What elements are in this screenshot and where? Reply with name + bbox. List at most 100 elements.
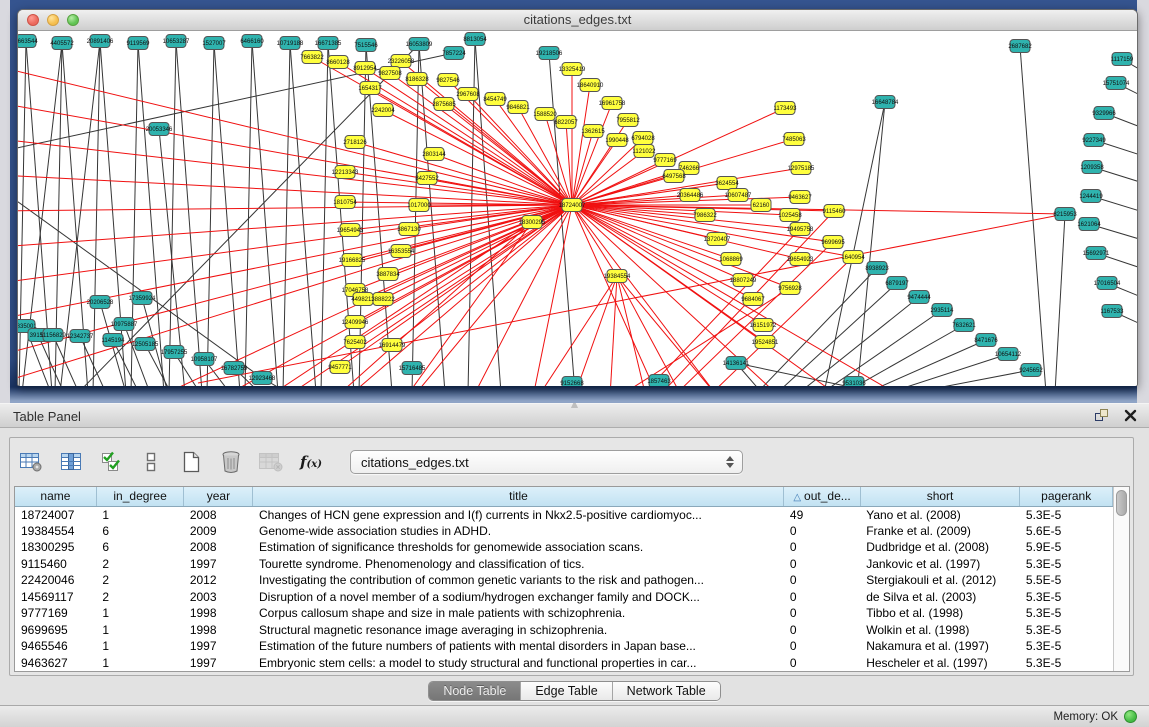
graph-node[interactable]: 9827508 (378, 67, 402, 80)
graph-edge[interactable] (617, 276, 646, 386)
graph-node[interactable]: 8813054 (463, 33, 487, 46)
graph-node[interactable]: 7857224 (442, 47, 466, 60)
cell-title[interactable]: Tourette syndrome. Phenomenology and cla… (253, 556, 784, 573)
graph-node[interactable]: 9531036 (842, 377, 866, 387)
graph-node[interactable]: 20053346 (146, 123, 173, 136)
delete-table-icon[interactable] (256, 446, 286, 478)
graph-node[interactable]: 12505185 (132, 338, 159, 351)
graph-node[interactable]: 19495758 (787, 223, 814, 236)
graph-edge[interactable] (574, 276, 617, 386)
graph-edge[interactable] (169, 41, 176, 386)
graph-node[interactable]: 8215953 (1053, 208, 1077, 221)
graph-node[interactable]: 19166825 (339, 254, 366, 267)
graph-edge[interactable] (383, 110, 572, 205)
cell-in_degree[interactable]: 6 (96, 539, 183, 556)
graph-node[interactable]: 2687682 (1008, 40, 1032, 53)
graph-node[interactable]: 16353554 (388, 245, 415, 258)
cell-pagerank[interactable]: 5.3E-5 (1020, 556, 1113, 573)
graph-node[interactable]: 15692971 (1083, 247, 1110, 260)
cell-out_degree[interactable]: 0 (784, 622, 860, 639)
graph-node[interactable]: 19218506 (536, 47, 563, 60)
graph-node[interactable]: 10654112 (995, 348, 1022, 361)
graph-node[interactable]: 1145194 (102, 334, 126, 347)
row-height-icon[interactable] (136, 446, 166, 478)
graph-node[interactable]: 16151972 (750, 319, 777, 332)
table-row[interactable]: 946362711997Embryonic stem cells: a mode… (15, 655, 1113, 672)
cell-short[interactable]: Yano et al. (2008) (860, 506, 1020, 523)
cell-short[interactable]: de Silva et al. (2003) (860, 589, 1020, 606)
graph-node[interactable]: 62160 (751, 199, 771, 212)
graph-node[interactable]: 2935114 (931, 304, 955, 317)
graph-edge[interactable] (412, 44, 419, 386)
column-header-in_degree[interactable]: in_degree (96, 487, 183, 506)
graph-edge[interactable] (252, 41, 278, 386)
cell-pagerank[interactable]: 5.3E-5 (1020, 655, 1113, 672)
graph-node[interactable]: 19524851 (752, 336, 779, 349)
graph-edge[interactable] (290, 43, 316, 386)
cell-out_degree[interactable]: 0 (784, 556, 860, 573)
table-row[interactable]: 1456911722003Disruption of a novel membe… (15, 589, 1113, 606)
graph-node[interactable]: 9463627 (788, 191, 812, 204)
graph-edge[interactable] (533, 205, 572, 386)
cell-year[interactable]: 1998 (184, 605, 253, 622)
graph-node[interactable]: 9329966 (1092, 107, 1116, 120)
cell-title[interactable]: Disruption of a novel member of a sodium… (253, 589, 784, 606)
graph-node[interactable]: 1621064 (1077, 218, 1101, 231)
function-builder-icon[interactable]: f(x) (296, 446, 326, 478)
cell-out_degree[interactable]: 0 (784, 655, 860, 672)
graph-node[interactable]: 8186328 (405, 73, 429, 86)
graph-node[interactable]: 1173493 (774, 102, 798, 115)
graph-node[interactable]: 2803144 (422, 148, 446, 161)
graph-node[interactable]: 6794028 (631, 132, 655, 145)
graph-node[interactable]: 10653287 (163, 35, 190, 48)
graph-node[interactable]: 2967608 (456, 88, 480, 101)
cell-short[interactable]: Hescheler et al. (1997) (860, 655, 1020, 672)
graph-node[interactable]: 7515546 (354, 39, 378, 52)
tab-node-table[interactable]: Node Table (429, 682, 521, 700)
cell-short[interactable]: Dudbridge et al. (2008) (860, 539, 1020, 556)
graph-node[interactable]: 1017000 (407, 199, 431, 212)
cell-year[interactable]: 1998 (184, 622, 253, 639)
graph-node[interactable]: 9227349 (1082, 134, 1106, 147)
minimize-window-button[interactable] (47, 14, 59, 26)
cell-name[interactable]: 18300295 (15, 539, 96, 556)
cell-out_degree[interactable]: 0 (784, 605, 860, 622)
graph-edge[interactable] (888, 354, 1008, 386)
table-row[interactable]: 977716911998Corpus callosum shape and si… (15, 605, 1113, 622)
cell-year[interactable]: 2003 (184, 589, 253, 606)
cell-title[interactable]: Genome-wide association studies in ADHD. (253, 523, 784, 540)
graph-node[interactable]: 13720407 (704, 233, 731, 246)
graph-node[interactable]: 2718126 (343, 136, 367, 149)
cell-name[interactable]: 9463627 (15, 655, 96, 672)
graph-node[interactable]: 9119569 (127, 37, 151, 50)
graph-node[interactable]: 16961758 (599, 97, 626, 110)
graph-node[interactable]: 12923468 (249, 372, 276, 385)
float-panel-icon[interactable] (1094, 408, 1110, 423)
table-vertical-scrollbar[interactable] (1113, 487, 1129, 671)
scrollbar-thumb[interactable] (1116, 490, 1127, 516)
cell-title[interactable]: Investigating the contribution of common… (253, 572, 784, 589)
graph-node[interactable]: 18300295 (519, 216, 546, 229)
graph-node[interactable]: 6497568 (662, 170, 686, 183)
cell-name[interactable]: 19384554 (15, 523, 96, 540)
graph-edge[interactable] (176, 41, 202, 386)
graph-node[interactable]: 1244419 (1079, 190, 1103, 203)
graph-edge[interactable] (566, 122, 572, 205)
graph-node[interactable]: 7485063 (782, 133, 806, 146)
graph-edge[interactable] (538, 276, 617, 386)
graph-node[interactable]: 1654317 (358, 82, 382, 95)
cell-in_degree[interactable]: 1 (96, 605, 183, 622)
cell-title[interactable]: Embryonic stem cells: a model to study s… (253, 655, 784, 672)
graph-edge[interactable] (911, 370, 1031, 386)
cell-name[interactable]: 9465546 (15, 638, 96, 655)
graph-node[interactable]: 1362615 (581, 125, 605, 138)
graph-node[interactable]: 4405572 (50, 37, 74, 50)
table-row[interactable]: 1872400712008Changes of HCN gene express… (15, 506, 1113, 523)
cell-year[interactable]: 2008 (184, 506, 253, 523)
column-header-out_degree[interactable]: △out_de... (784, 487, 860, 506)
graph-node[interactable]: 2875685 (432, 98, 456, 111)
graph-edge[interactable] (328, 43, 354, 386)
cell-short[interactable]: Wolkin et al. (1998) (860, 622, 1020, 639)
graph-edge[interactable] (245, 41, 252, 386)
graph-node[interactable]: 9245652 (1019, 364, 1043, 377)
